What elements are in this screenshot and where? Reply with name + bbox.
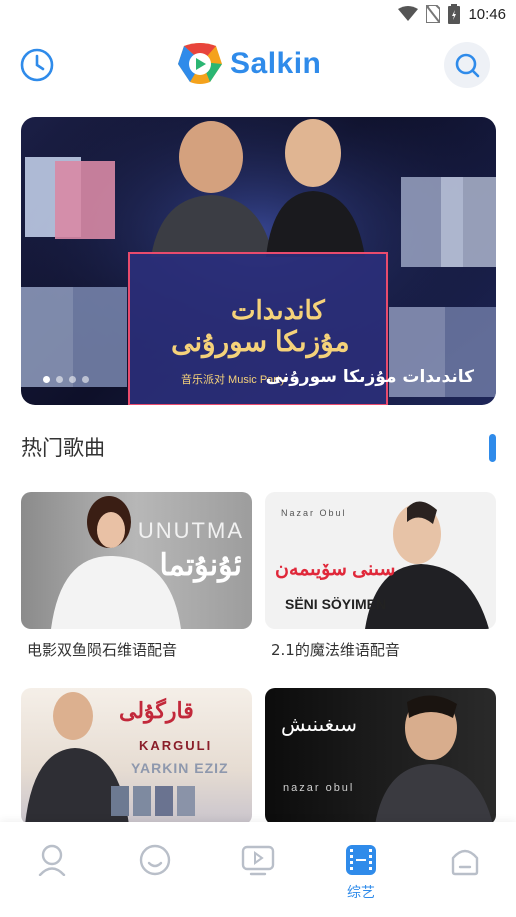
banner-dot[interactable] [69,376,76,383]
battery-icon [448,4,461,24]
logo-text: Salkin [230,47,322,80]
card-thumb-text: SËNI SÖYIMEN [285,596,387,612]
smile-icon [139,844,171,876]
song-title: 2.1的魔法维语配音 [271,641,400,659]
home-icon [451,849,479,876]
song-thumbnail: قارگۇلى KARGULI YARKIN EZIZ [21,688,252,825]
card-thumb-text: UNUTMA [137,518,244,543]
song-thumbnail: سىغىنىش nazar obul [265,688,496,825]
search-button[interactable] [444,42,490,88]
banner-caption: كاندىدات مۇزىكا سورۇنى [265,367,474,387]
nav-item-fun[interactable] [125,844,185,876]
song-card[interactable]: قارگۇلى KARGULI YARKIN EZIZ [21,688,252,835]
banner-dot[interactable] [82,376,89,383]
wifi-icon [398,6,419,21]
singer-figure [375,695,493,825]
nav-label-variety: 综艺 [347,885,375,901]
nav-item-home[interactable] [435,844,495,876]
section-title: 热门歌曲 [21,436,105,460]
film-icon [346,845,376,875]
card-thumb-text: ئۇنۇتما [159,549,242,582]
banner-dot[interactable] [43,376,50,383]
song-card[interactable]: Nazar Obul سىنى سۆيىمەن SËNI SÖYIMEN 2.1… [265,492,496,660]
user-icon [38,844,66,876]
no-sim-icon [426,5,441,23]
card-thumb-text: سىغىنىش [281,714,358,736]
nav-item-variety[interactable]: 综艺 [331,844,391,902]
status-bar: 10:46 [0,0,516,30]
status-time: 10:46 [468,5,506,23]
banner-logo-line2: مۇزىكا سورۇنى [171,326,350,357]
section-accent-bar [489,434,496,462]
card-thumb-text: قارگۇلى [119,698,194,723]
logo-play-icon [178,43,222,84]
card-thumb-text: KARGULI [139,738,213,753]
banner-artwork [21,117,496,405]
search-icon [455,53,480,78]
tv-play-icon [241,845,275,876]
card-thumb-text: Nazar Obul [281,508,347,518]
app-header: Salkin [0,40,516,92]
bottom-navigation: 综艺 [0,822,516,917]
nav-item-tv[interactable] [228,844,288,876]
song-thumbnail: UNUTMA ئۇنۇتما [21,492,252,629]
nav-item-profile[interactable] [22,844,82,876]
featured-banner[interactable]: كاندىدات مۇزىكا سورۇنى 音乐派对 Music Party … [21,117,496,405]
song-thumbnail: Nazar Obul سىنى سۆيىمەن SËNI SÖYIMEN [265,492,496,629]
song-title: 电影双鱼陨石维语配音 [27,641,178,659]
card-thumb-text: YARKIN EZIZ [131,760,229,776]
banner-logo-line1: كاندىدات [231,295,325,325]
card-thumb-text: سىنى سۆيىمەن [275,559,396,580]
app-logo: Salkin [176,42,321,86]
banner-pagination [43,376,89,383]
card-thumb-text: nazar obul [283,782,355,794]
history-button[interactable] [18,46,56,84]
banner-dot[interactable] [56,376,63,383]
song-card[interactable]: UNUTMA ئۇنۇتما 电影双鱼陨石维语配音 [21,492,252,660]
clock-icon [20,48,54,82]
song-card[interactable]: سىغىنىش nazar obul [265,688,496,835]
